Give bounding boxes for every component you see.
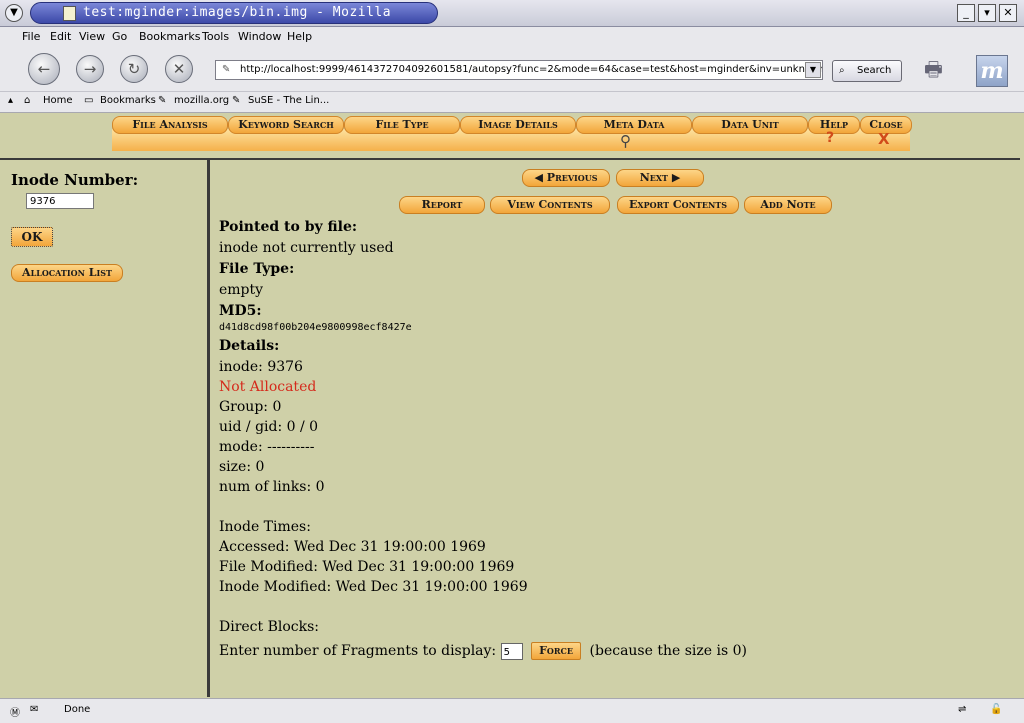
back-icon[interactable]: ←	[28, 53, 60, 85]
status-text: Done	[64, 704, 91, 715]
minimize-icon[interactable]: _	[957, 4, 975, 22]
menu-view[interactable]: View	[79, 30, 105, 43]
window-titlebar[interactable]: ▼ test:mginder:images/bin.img - Mozilla …	[0, 0, 1024, 27]
accessed-time: Accessed: Wed Dec 31 19:00:00 1969	[219, 539, 486, 555]
inode-modified-time: Inode Modified: Wed Dec 31 19:00:00 1969	[219, 579, 528, 595]
md5-heading: MD5:	[219, 303, 262, 319]
close-icon[interactable]: X	[878, 130, 890, 148]
allocation-status: Not Allocated	[219, 379, 317, 395]
file-type-heading: File Type:	[219, 261, 295, 277]
group-detail: Group: 0	[219, 399, 282, 415]
connection-icon: ⇌	[958, 704, 967, 715]
size-note: (because the size is 0)	[589, 643, 747, 659]
uid-gid-detail: uid / gid: 0 / 0	[219, 419, 319, 435]
close-window-icon[interactable]: ✕	[999, 4, 1017, 22]
fragments-row: Enter number of Fragments to display: 5 …	[219, 642, 747, 660]
print-icon[interactable]: 🖶	[924, 55, 960, 83]
stop-icon[interactable]: ✕	[165, 55, 193, 83]
mozilla-throbber-icon[interactable]: m	[976, 55, 1008, 87]
tab-keyword-search[interactable]: Keyword Search	[228, 116, 344, 134]
main-frame: ◀ Previous Next ▶ Report View Contents E…	[211, 160, 1020, 697]
menu-edit[interactable]: Edit	[50, 30, 71, 43]
mode-detail: mode: ----------	[219, 439, 315, 455]
mozilla-status-icon[interactable]: Ⓜ	[10, 704, 20, 719]
url-dropdown-icon[interactable]: ▼	[805, 62, 821, 78]
magnifier-icon: ⚲	[620, 132, 631, 150]
maximize-icon[interactable]: ▾	[978, 4, 996, 22]
folder-icon: ▭	[84, 95, 94, 106]
next-label: Next	[639, 171, 668, 184]
allocation-list-button[interactable]: Allocation List	[11, 264, 123, 282]
inode-number-label: Inode Number:	[11, 171, 139, 189]
tab-file-analysis[interactable]: File Analysis	[112, 116, 228, 134]
direct-blocks-label: Direct Blocks:	[219, 619, 320, 635]
inode-number-input[interactable]: 9376	[26, 193, 94, 209]
window-menu-icon[interactable]: ▼	[5, 4, 23, 22]
tab-data-unit[interactable]: Data Unit	[692, 116, 808, 134]
url-bar[interactable]: ✎ http://localhost:9999/46143727040926015…	[215, 60, 823, 80]
home-icon[interactable]: ⌂	[24, 95, 30, 106]
menu-file[interactable]: File	[22, 30, 40, 43]
size-detail: size: 0	[219, 459, 265, 475]
left-frame: Inode Number: 9376 OK Allocation List	[0, 160, 210, 697]
bookmarks-toolbar: ▴ ⌂ Home ▭ Bookmarks ✎ mozilla.org ✎ SuS…	[0, 92, 1024, 113]
composer-icon[interactable]: ✉	[30, 704, 38, 715]
page-icon: ✎	[222, 64, 231, 75]
link-icon: ✎	[232, 95, 241, 106]
menu-bookmarks[interactable]: Bookmarks	[139, 30, 200, 43]
details-heading: Details:	[219, 338, 280, 354]
menu-window[interactable]: Window	[238, 30, 281, 43]
view-contents-button[interactable]: View Contents	[490, 196, 610, 214]
tab-meta-data[interactable]: Meta Data	[576, 116, 692, 134]
forward-icon[interactable]: →	[76, 55, 104, 83]
tab-image-details[interactable]: Image Details	[460, 116, 576, 134]
previous-button[interactable]: ◀ Previous	[522, 169, 610, 187]
add-note-button[interactable]: Add Note	[744, 196, 832, 214]
bookmark-mozilla[interactable]: mozilla.org	[174, 95, 229, 106]
menu-help[interactable]: Help	[287, 30, 312, 43]
menu-bar: File Edit View Go Bookmarks Tools Window…	[0, 27, 1024, 47]
file-modified-time: File Modified: Wed Dec 31 19:00:00 1969	[219, 559, 515, 575]
bookmark-bookmarks[interactable]: Bookmarks	[100, 95, 156, 106]
arrow-left-icon: ◀	[534, 171, 543, 184]
security-lock-icon[interactable]: 🔓	[990, 704, 1002, 715]
inode-detail: inode: 9376	[219, 359, 303, 375]
document-icon	[63, 6, 76, 21]
previous-label: Previous	[546, 171, 598, 184]
search-label: Search	[857, 65, 892, 76]
search-icon: ⌕	[839, 65, 845, 76]
export-contents-button[interactable]: Export Contents	[617, 196, 739, 214]
status-bar: Ⓜ ✉ Done ⇌ 🔓	[0, 698, 1024, 723]
window-title-pill: test:mginder:images/bin.img - Mozilla	[30, 2, 438, 24]
help-icon[interactable]: ?	[826, 130, 834, 146]
url-text: http://localhost:9999/461437270409260158…	[240, 64, 823, 75]
fragments-prompt: Enter number of Fragments to display:	[219, 643, 497, 659]
menu-go[interactable]: Go	[112, 30, 127, 43]
bookmark-suse[interactable]: SuSE - The Lin...	[248, 95, 329, 106]
md5-value: d41d8cd98f00b204e9800998ecf8427e	[219, 322, 412, 333]
next-button[interactable]: Next ▶	[616, 169, 704, 187]
pointed-value: inode not currently used	[219, 240, 394, 256]
menu-tools[interactable]: Tools	[202, 30, 229, 43]
tab-file-type[interactable]: File Type	[344, 116, 460, 134]
toolbar-grip-icon[interactable]: ▴	[8, 95, 13, 106]
inode-times-heading: Inode Times:	[219, 519, 311, 535]
links-detail: num of links: 0	[219, 479, 325, 495]
navigation-toolbar: ← → ↻ ✕ ✎ http://localhost:9999/461437270…	[0, 47, 1024, 92]
link-icon: ✎	[158, 95, 167, 106]
fragments-input[interactable]: 5	[500, 642, 523, 660]
file-type-value: empty	[219, 282, 264, 298]
force-button[interactable]: Force	[531, 642, 582, 660]
ok-button[interactable]: OK	[11, 227, 53, 247]
report-button[interactable]: Report	[399, 196, 485, 214]
pointed-heading: Pointed to by file:	[219, 219, 358, 235]
bookmark-home[interactable]: Home	[43, 95, 73, 106]
reload-icon[interactable]: ↻	[120, 55, 148, 83]
search-button[interactable]: ⌕ Search	[832, 60, 902, 82]
window-title: test:mginder:images/bin.img - Mozilla	[83, 5, 392, 20]
arrow-right-icon: ▶	[671, 171, 681, 184]
